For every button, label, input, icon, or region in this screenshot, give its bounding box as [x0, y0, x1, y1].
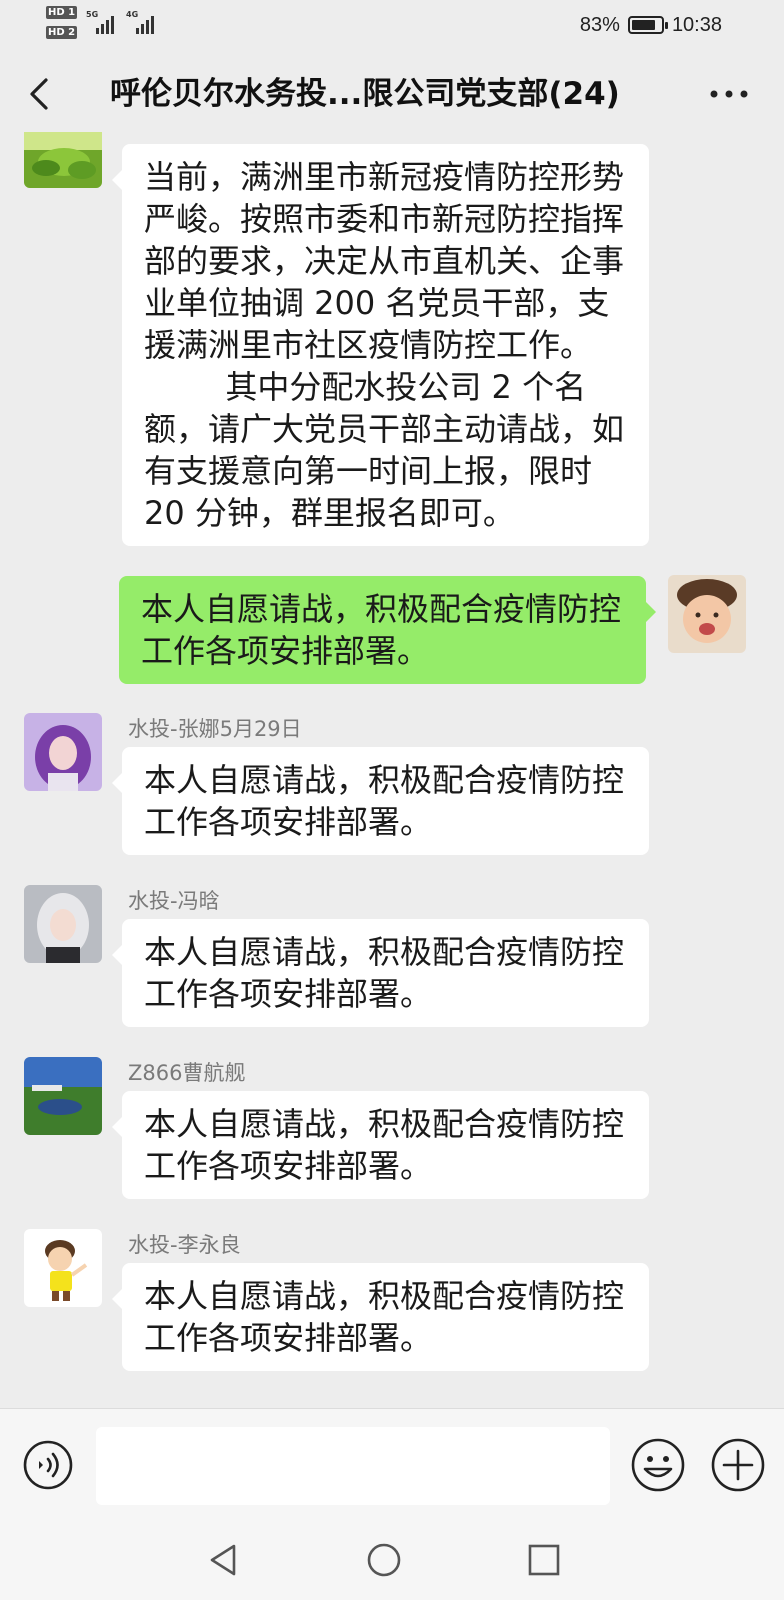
system-nav-bar — [0, 1520, 784, 1600]
chevron-left-icon[interactable] — [20, 74, 60, 114]
signal-indicators: HD 1 HD 2 5G 4G — [46, 6, 166, 44]
sender-name: 水投-张娜5月29日 — [128, 717, 302, 741]
nav-back-icon[interactable] — [204, 1540, 244, 1580]
status-right: 83% 10:38 — [580, 12, 722, 38]
avatar-liyongliang[interactable] — [24, 1229, 102, 1307]
avatar-self-baby[interactable] — [668, 575, 746, 653]
signal-4g-icon: 4G — [126, 10, 156, 34]
message-text: 当前，满洲里市新冠疫情防控形势严峻。按照市委和市新冠防控指挥部的要求，决定从市直… — [144, 158, 625, 532]
sim1-label: HD 1 — [46, 6, 78, 19]
battery-icon — [627, 16, 668, 34]
plus-icon[interactable] — [710, 1437, 766, 1493]
clock: 10:38 — [671, 13, 722, 36]
sender-name: 水投-冯晗 — [128, 889, 220, 913]
battery-percent: 83% — [579, 13, 620, 36]
message-text: 本人自愿请战，积极配合疫情防控工作各项安排部署。 — [144, 1105, 625, 1185]
network-5g-label: 5G — [86, 10, 99, 19]
sim2-label: HD 2 — [46, 26, 78, 39]
nav-recents-icon[interactable] — [524, 1540, 564, 1580]
chat-area[interactable]: 当前，满洲里市新冠疫情防控形势严峻。按照市委和市新冠防控指挥部的要求，决定从市直… — [0, 132, 784, 1408]
voice-icon[interactable] — [22, 1439, 74, 1491]
message-bubble[interactable]: 本人自愿请战，积极配合疫情防控工作各项安排部署。 — [112, 747, 649, 855]
signal-5g-icon: 5G — [86, 10, 116, 34]
message-bubble-self[interactable]: 本人自愿请战，积极配合疫情防控工作各项安排部署。 — [119, 576, 656, 684]
message-text: 本人自愿请战，积极配合疫情防控工作各项安排部署。 — [144, 761, 625, 841]
sim2-indicator: HD 2 — [46, 26, 80, 42]
avatar-tea-leaves[interactable] — [24, 132, 102, 188]
more-dots-icon[interactable] — [704, 74, 754, 114]
chat-header: 呼伦贝尔水务投...限公司党支部(24) — [0, 56, 784, 132]
battery-fill — [631, 20, 656, 30]
message-text: 本人自愿请战，积极配合疫情防控工作各项安排部署。 — [141, 590, 622, 670]
message-bubble-announcement[interactable]: 当前，满洲里市新冠疫情防控形势严峻。按照市委和市新冠防控指挥部的要求，决定从市直… — [112, 144, 649, 546]
chat-title: 呼伦贝尔水务投...限公司党支部(24) — [110, 76, 620, 112]
message-text: 本人自愿请战，积极配合疫情防控工作各项安排部署。 — [144, 1277, 625, 1357]
avatar-caohangjian[interactable] — [24, 1057, 102, 1135]
emoji-icon[interactable] — [630, 1437, 686, 1493]
nav-home-icon[interactable] — [364, 1540, 404, 1580]
message-bubble[interactable]: 本人自愿请战，积极配合疫情防控工作各项安排部署。 — [112, 919, 649, 1027]
message-bubble[interactable]: 本人自愿请战，积极配合疫情防控工作各项安排部署。 — [112, 1091, 649, 1199]
input-bar — [0, 1408, 784, 1520]
sim1-indicator: HD 1 — [46, 6, 80, 22]
sender-name: Z866曹航舰 — [128, 1061, 246, 1085]
message-bubble[interactable]: 本人自愿请战，积极配合疫情防控工作各项安排部署。 — [112, 1263, 649, 1371]
avatar-zhangna[interactable] — [24, 713, 102, 791]
message-input[interactable] — [96, 1427, 610, 1505]
network-4g-label: 4G — [126, 10, 139, 19]
sender-name: 水投-李永良 — [128, 1233, 241, 1257]
message-text: 本人自愿请战，积极配合疫情防控工作各项安排部署。 — [144, 933, 625, 1013]
avatar-fenghan[interactable] — [24, 885, 102, 963]
status-bar: HD 1 HD 2 5G 4G 83% 10:38 — [0, 0, 784, 50]
